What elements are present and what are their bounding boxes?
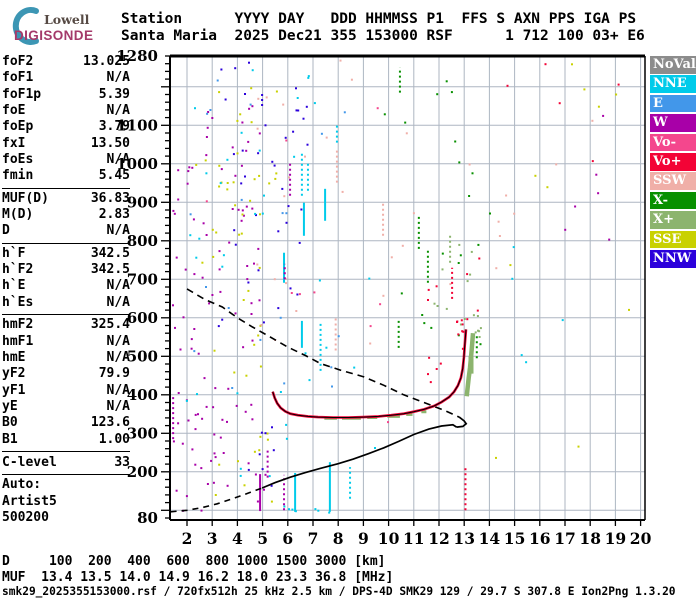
legend-item-ssw: SSW: [650, 172, 696, 190]
x-tick-label: 2: [182, 529, 193, 548]
legend-item-x: X+: [650, 211, 696, 229]
profile-curves: [171, 289, 467, 512]
legend-item-vo: Vo-: [650, 134, 696, 152]
axis-ticks-labels: 80 200 300 400 500 600 700 800 900 1000 1100 1280 23…: [116, 47, 651, 548]
x-tick-label: 12: [428, 529, 450, 548]
y-tick-label: 400: [127, 386, 158, 404]
legend-item-w: W: [650, 114, 696, 132]
y-tick-label: 200: [127, 463, 158, 481]
legend-item-e: E: [650, 95, 696, 113]
y-tick-label: 1100: [116, 116, 158, 134]
digisonde-ionogram-screen: { "logo": {"line1": "Lowell", "line2": "…: [0, 0, 700, 600]
x-tick-label: 7: [308, 529, 319, 548]
y-tick-label: 300: [127, 424, 158, 442]
y-tick-label: 1000: [116, 155, 158, 173]
legend-item-nne: NNE: [650, 75, 696, 93]
y-tick-label: 900: [127, 193, 158, 211]
muf-distance-table: D 100 200 400 600 800 1000 1500 3000 [km…: [2, 554, 393, 585]
y-tick-label: 600: [127, 309, 158, 327]
x-tick-label: 8: [333, 529, 344, 548]
x-tick-label: 10: [378, 529, 400, 548]
legend-item-noval: NoVal: [650, 56, 696, 74]
legend-item-x: X-: [650, 192, 696, 210]
doppler-direction-legend: NoValNNE EW Vo-Vo+SSW X-X+ SSENNW: [650, 56, 696, 269]
x-tick-label: 9: [358, 529, 369, 548]
noise-dots: [172, 60, 630, 514]
f2-peak-nose: [457, 417, 467, 427]
x-tick-label: 17: [554, 529, 576, 548]
valley-extrapolation-dashed: [171, 488, 263, 512]
d-row: D 100 200 400 600 800 1000 1500 3000 [km…: [2, 554, 386, 569]
x-tick-label: 4: [232, 529, 243, 548]
bottomside-profile: [262, 425, 457, 488]
y-tick-label: 800: [127, 232, 158, 250]
y-tick-label: 1280: [116, 47, 158, 65]
x-tick-label: 15: [504, 529, 526, 548]
y-tick-label: 500: [127, 347, 158, 365]
legend-item-sse: SSE: [650, 231, 696, 249]
x-tick-label: 18: [579, 529, 601, 548]
ionogram-chart: 80 200 300 400 500 600 700 800 900 1000 1100 1280 23…: [0, 0, 700, 600]
legend-item-nnw: NNW: [650, 250, 696, 268]
y-tick-label: 700: [127, 270, 158, 288]
legend-item-vo: Vo+: [650, 153, 696, 171]
x-tick-label: 19: [605, 529, 627, 548]
interference-streaks: [173, 68, 477, 512]
gridlines: [170, 56, 645, 520]
y-tick-label: 80: [137, 509, 158, 527]
x-tick-label: 3: [207, 529, 218, 548]
x-tick-label: 13: [453, 529, 475, 548]
x-tick-label: 14: [479, 529, 501, 548]
x-tick-label: 16: [529, 529, 551, 548]
x-tick-label: 6: [282, 529, 293, 548]
x-tick-label: 11: [403, 529, 425, 548]
muf-row: MUF 13.4 13.5 14.0 14.9 16.2 18.0 23.3 3…: [2, 570, 393, 585]
x-tick-label: 5: [257, 529, 268, 548]
x-tick-label: 20: [630, 529, 652, 548]
status-line: smk29_2025355153000.rsf / 720fx512h 25 k…: [2, 585, 676, 598]
